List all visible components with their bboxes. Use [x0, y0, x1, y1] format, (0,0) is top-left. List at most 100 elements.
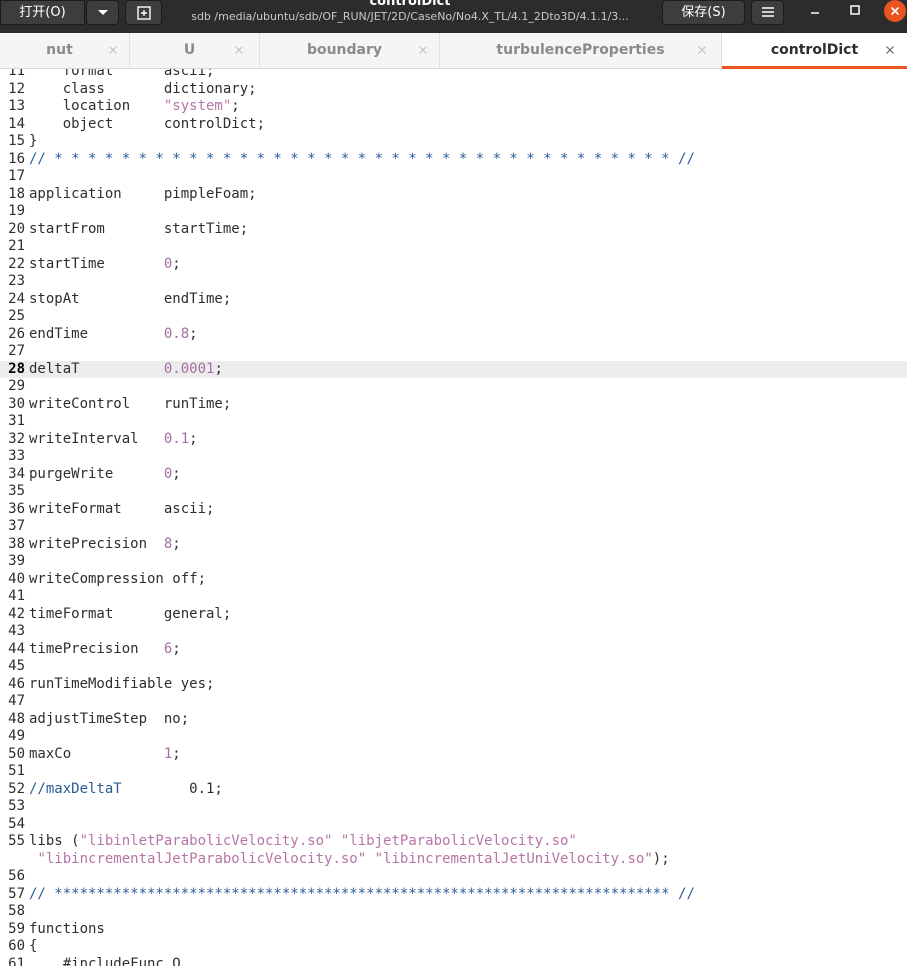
code-line[interactable]: 20 startFrom startTime;	[0, 221, 907, 239]
code-line[interactable]: 21	[0, 238, 907, 256]
maximize-button[interactable]	[844, 0, 866, 22]
new-document-button[interactable]	[125, 0, 162, 25]
line-number: 32	[8, 430, 25, 447]
code-line[interactable]: 60{	[0, 938, 907, 956]
code-line[interactable]: 22 startTime 0;	[0, 256, 907, 274]
code-line[interactable]: 45	[0, 658, 907, 676]
code-line[interactable]: 19	[0, 203, 907, 221]
tab-turbulence-properties[interactable]: turbulenceProperties	[440, 33, 722, 69]
minimize-button[interactable]	[804, 0, 826, 22]
code-line[interactable]: 33	[0, 448, 907, 466]
code-line[interactable]: 53	[0, 798, 907, 816]
code-line[interactable]: 31	[0, 413, 907, 431]
code-line[interactable]: 58	[0, 903, 907, 921]
code-line[interactable]: 11 format ascii;	[0, 69, 907, 81]
line-number: 60	[8, 938, 25, 954]
code-line[interactable]: 44 timePrecision 6;	[0, 641, 907, 659]
code-line[interactable]: 24 stopAt endTime;	[0, 291, 907, 309]
line-number: 12	[8, 80, 25, 97]
line-text: location "system";	[29, 98, 240, 116]
code-token: adjustTimeStep no;	[29, 710, 190, 727]
code-token: // * * * * * * * * * * * * * * * * * * *…	[29, 150, 695, 167]
line-text: runTimeModifiable yes;	[29, 676, 214, 694]
code-line[interactable]: 48 adjustTimeStep no;	[0, 711, 907, 729]
code-line[interactable]: 49	[0, 728, 907, 746]
code-token: #includeFunc Q	[29, 955, 181, 966]
line-text: timePrecision 6;	[29, 641, 181, 659]
tab-boundary[interactable]: boundary	[260, 33, 440, 69]
code-line[interactable]: 13 location "system";	[0, 98, 907, 116]
code-line[interactable]: 17	[0, 168, 907, 186]
code-line[interactable]: 42 timeFormat general;	[0, 606, 907, 624]
line-number: 33	[8, 448, 25, 464]
tab-close-icon[interactable]	[232, 43, 246, 57]
text-editor[interactable]: 11 format ascii; 12 class dictionary; 13 l…	[0, 69, 907, 966]
tab-u[interactable]: U	[130, 33, 260, 69]
open-button[interactable]: 打开(O)	[0, 0, 85, 25]
tab-control-dict[interactable]: controlDict	[722, 33, 907, 69]
code-line[interactable]: 26 endTime 0.8;	[0, 326, 907, 344]
code-line[interactable]: 36 writeFormat ascii;	[0, 501, 907, 519]
code-line[interactable]: 56	[0, 868, 907, 886]
code-line[interactable]: 30 writeControl runTime;	[0, 396, 907, 414]
tab-close-icon[interactable]	[883, 43, 897, 57]
code-line[interactable]: "libincrementalJetParabolicVelocity.so" …	[0, 851, 907, 869]
tab-label: turbulenceProperties	[496, 42, 665, 58]
line-number: 39	[8, 553, 25, 569]
tab-close-icon[interactable]	[416, 43, 430, 57]
code-line[interactable]: 29	[0, 378, 907, 396]
code-line[interactable]: 46 runTimeModifiable yes;	[0, 676, 907, 694]
code-line[interactable]: 54	[0, 816, 907, 834]
code-line[interactable]: 50 maxCo 1;	[0, 746, 907, 764]
tab-label: controlDict	[770, 42, 859, 58]
code-line[interactable]: 52//maxDeltaT 0.1;	[0, 781, 907, 799]
line-number: 11	[8, 69, 25, 79]
code-line[interactable]: 16// * * * * * * * * * * * * * * * * * *…	[0, 151, 907, 169]
code-token: ;	[189, 325, 198, 342]
code-token: location	[29, 98, 164, 114]
code-line[interactable]: 57// ***********************************…	[0, 886, 907, 904]
close-window-button[interactable]	[884, 0, 906, 22]
code-line[interactable]: 47	[0, 693, 907, 711]
line-text: timeFormat general;	[29, 606, 231, 624]
code-line[interactable]: 23	[0, 273, 907, 291]
menu-button[interactable]	[751, 0, 784, 25]
code-line[interactable]: 32 writeInterval 0.1;	[0, 431, 907, 449]
line-text: writeInterval 0.1;	[29, 431, 198, 449]
code-token: ;	[172, 745, 181, 762]
line-text: //maxDeltaT 0.1;	[29, 781, 223, 799]
code-line[interactable]: 39	[0, 553, 907, 571]
code-line[interactable]: 41	[0, 588, 907, 606]
code-line[interactable]: 55 libs ("libinletParabolicVelocity.so" "…	[0, 833, 907, 851]
code-token: //maxDeltaT	[29, 780, 122, 797]
open-menu-button[interactable]	[86, 0, 119, 25]
window-title: controlDict	[369, 0, 451, 9]
save-button-label: 保存(S)	[681, 5, 726, 20]
code-line[interactable]: 59 functions	[0, 921, 907, 939]
tab-close-icon[interactable]	[695, 43, 709, 57]
code-line[interactable]: 25	[0, 308, 907, 326]
tab-nut[interactable]: nut	[0, 33, 130, 69]
code-line[interactable]: 51	[0, 763, 907, 781]
line-number: 27	[8, 343, 25, 359]
code-line[interactable]: 43	[0, 623, 907, 641]
code-token: );	[652, 850, 670, 867]
code-token: timeFormat general;	[29, 605, 232, 622]
line-number: 54	[8, 815, 25, 832]
code-line[interactable]: 38 writePrecision 8;	[0, 536, 907, 554]
code-line[interactable]: 37	[0, 518, 907, 536]
save-button[interactable]: 保存(S)	[662, 0, 745, 25]
code-line[interactable]: 35	[0, 483, 907, 501]
tab-label: nut	[46, 42, 73, 58]
line-number: 43	[8, 623, 25, 639]
code-line[interactable]: 40 writeCompression off;	[0, 571, 907, 589]
code-line[interactable]: 14 object controlDict;	[0, 116, 907, 134]
code-line[interactable]: 18 application pimpleFoam;	[0, 186, 907, 204]
code-line[interactable]: 28 deltaT 0.0001;	[0, 360, 907, 378]
code-line[interactable]: 15}	[0, 133, 907, 151]
code-line[interactable]: 27	[0, 343, 907, 361]
code-line[interactable]: 34 purgeWrite 0;	[0, 466, 907, 484]
code-line[interactable]: 61 #includeFunc Q	[0, 956, 907, 966]
tab-close-icon[interactable]	[106, 43, 120, 57]
code-line[interactable]: 12 class dictionary;	[0, 81, 907, 99]
